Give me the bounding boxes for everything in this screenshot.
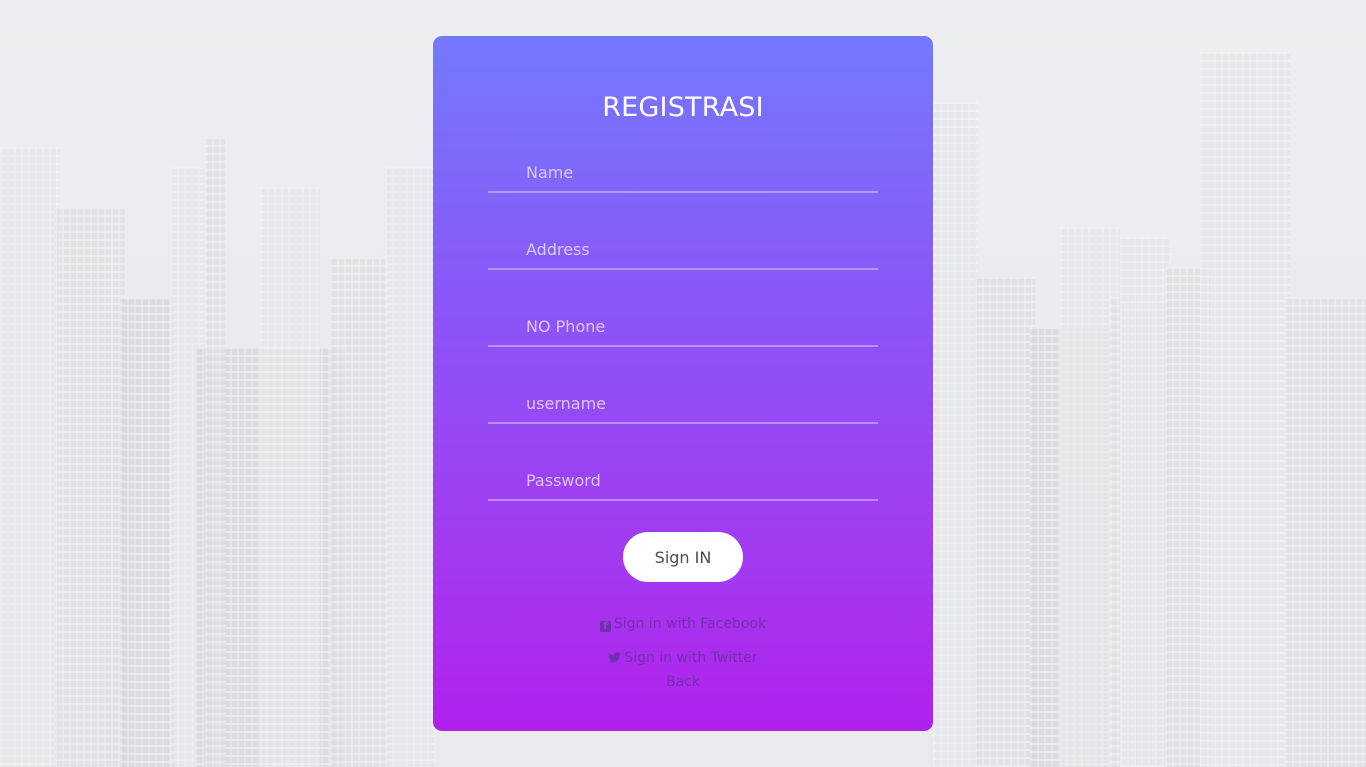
password-input[interactable] xyxy=(526,461,866,499)
username-input[interactable] xyxy=(526,384,866,422)
phone-input[interactable] xyxy=(526,307,866,345)
form-title: REGISTRASI xyxy=(602,92,764,123)
back-link[interactable]: Back xyxy=(433,674,933,690)
phone-field[interactable] xyxy=(488,307,878,347)
address-input[interactable] xyxy=(526,230,866,268)
registration-card: REGISTRASI Sign IN fSign in with Faceboo… xyxy=(433,36,933,731)
password-field[interactable] xyxy=(488,461,878,501)
facebook-square-icon: f xyxy=(599,621,611,632)
twitter-bird-icon xyxy=(608,651,622,667)
twitter-sign-in-link[interactable]: Sign in with Twitter xyxy=(433,650,933,667)
name-input[interactable] xyxy=(526,153,866,191)
username-field[interactable] xyxy=(488,384,878,424)
sign-in-button[interactable]: Sign IN xyxy=(623,532,743,582)
facebook-link-label: Sign in with Facebook xyxy=(613,616,767,632)
address-field[interactable] xyxy=(488,230,878,270)
facebook-sign-in-link[interactable]: f Sign in with Facebook xyxy=(433,616,933,632)
name-field[interactable] xyxy=(488,153,878,193)
twitter-link-label: Sign in with Twitter xyxy=(624,650,758,666)
